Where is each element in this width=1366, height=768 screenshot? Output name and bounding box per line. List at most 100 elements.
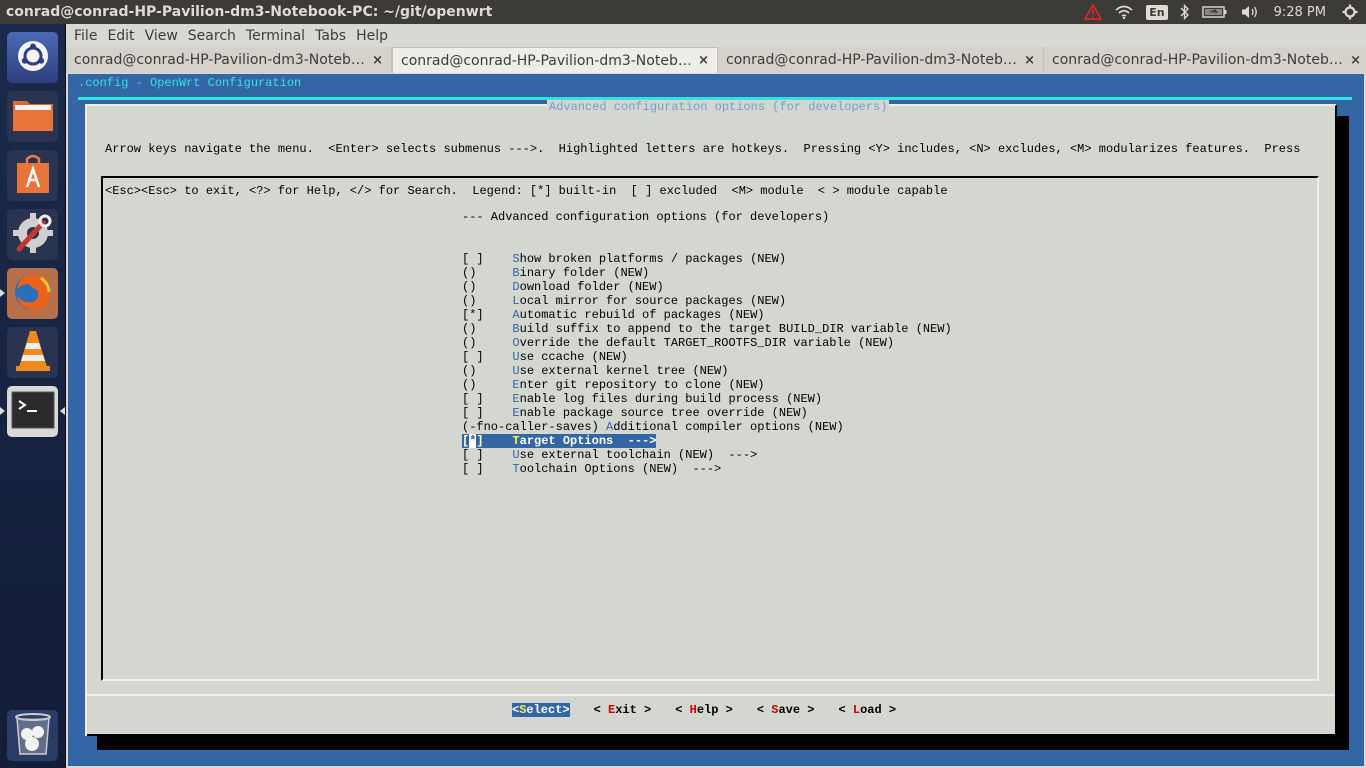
menu-item-state: () [462,322,513,336]
terminal-content[interactable]: .config - OpenWrt Configuration Advanced… [68,74,1364,766]
launcher-settings-button[interactable] [7,209,58,260]
terminal-tab-1[interactable]: conrad@conrad-HP-Pavilion-dm3-Noteb… × [66,47,392,73]
menu-list: --- Advanced configuration options (for … [462,182,952,476]
menu-item-hotkey: T [512,434,520,448]
select-button[interactable]: <Select> [512,703,570,717]
menu-item-label: how broken platforms / packages (NEW) [519,252,787,266]
help-line: Arrow keys navigate the menu. <Enter> se… [105,142,1301,156]
volume-icon[interactable] [1234,0,1266,24]
button-bracket: > [636,703,652,717]
menu-file[interactable]: File [69,28,102,44]
close-icon[interactable]: × [1342,53,1361,68]
menu-row: [ ] Use external toolchain (NEW) ---> [462,448,952,462]
menu-item[interactable]: [ ] Enable log files during build proces… [462,392,952,406]
menu-row: [*] Automatic rebuild of packages (NEW) [462,308,952,322]
software-center-icon [13,153,53,199]
menu-item[interactable]: [ ] Toolchain Options (NEW) ---> [462,462,952,476]
menu-item[interactable]: (-fno-caller-saves) Additional compiler … [462,420,952,434]
menu-item-state: [ ] [462,406,513,420]
menu-terminal[interactable]: Terminal [241,28,310,44]
menu-item-state: [ ] [462,448,513,462]
tab-label: conrad@conrad-HP-Pavilion-dm3-Noteb… [726,52,1017,68]
close-icon[interactable]: × [1016,53,1035,68]
button-bracket: > [800,703,815,717]
firefox-icon [11,270,55,318]
menu-item[interactable]: () Build suffix to append to the target … [462,322,952,336]
warning-triangle-icon[interactable] [1078,0,1108,24]
menu-item[interactable]: [*] Automatic rebuild of packages (NEW) [462,308,952,322]
menu-item-hotkey: B [512,322,520,336]
menu-help[interactable]: Help [351,28,393,44]
menu-item[interactable]: () Use external kernel tree (NEW) [462,364,952,378]
menu-search[interactable]: Search [183,28,241,44]
menu-item[interactable]: [ ] Use external toolchain (NEW) ---> [462,448,952,462]
load-button[interactable]: < Load > [839,703,897,717]
menu-item-state: (-fno-caller-saves) [462,420,607,434]
menu-row: () Override the default TARGET_ROOTFS_DI… [462,336,952,350]
button-hotkey: H [689,703,697,717]
menu-tabs[interactable]: Tabs [310,28,351,44]
exit-button[interactable]: < Exit > [594,703,652,717]
menu-view[interactable]: View [140,28,183,44]
launcher-terminal-button[interactable] [0,386,65,437]
launcher-files-button[interactable] [7,91,58,142]
close-icon[interactable]: × [690,53,709,68]
launcher-software-center-button[interactable] [7,150,58,201]
launcher-trash-button[interactable] [7,710,58,761]
close-icon[interactable]: × [364,53,383,68]
menu-item-label: utomatic rebuild of packages (NEW) [519,308,765,322]
menu-row: (-fno-caller-saves) Additional compiler … [462,420,952,434]
menu-item-hotkey: E [512,392,520,406]
menu-item[interactable]: () Override the default TARGET_ROOTFS_DI… [462,336,952,350]
launcher-dash-button[interactable] [7,32,58,83]
menu-item-hotkey: O [512,336,520,350]
terminal-tab-3[interactable]: conrad@conrad-HP-Pavilion-dm3-Noteb… × [718,47,1044,73]
bluetooth-icon[interactable] [1174,0,1196,24]
menu-item-hotkey: T [512,462,520,476]
menu-item[interactable]: () Binary folder (NEW) [462,266,952,280]
help-button[interactable]: < Help > [675,703,733,717]
menu-item-label: ocal mirror for source packages (NEW) [519,294,787,308]
menu-item[interactable]: [ ] Show broken platforms / packages (NE… [462,252,952,266]
menu-item[interactable]: [ ] Enable package source tree override … [462,406,952,420]
battery-charging-icon[interactable] [1196,0,1234,24]
menu-edit[interactable]: Edit [102,28,139,44]
menu-item-state: [*] [462,308,513,322]
menu-item-hotkey: S [512,252,520,266]
launcher-vlc-button[interactable] [7,327,58,378]
focused-indicator [60,407,65,415]
menu-item-label: uild suffix to append to the target BUIL… [519,322,952,336]
button-bracket: < [838,703,853,717]
menu-item[interactable]: () Download folder (NEW) [462,280,952,294]
menu-header: --- Advanced configuration options (for … [462,210,830,224]
save-button[interactable]: < Save > [757,703,815,717]
wifi-icon[interactable] [1108,0,1140,24]
keyboard-layout-indicator[interactable]: En [1140,0,1173,24]
tab-label: conrad@conrad-HP-Pavilion-dm3-Noteb… [401,52,691,69]
terminal-tab-2[interactable]: conrad@conrad-HP-Pavilion-dm3-Noteb… × [392,47,718,73]
menu-item[interactable]: () Enter git repository to clone (NEW) [462,378,952,392]
launcher-firefox-button[interactable] [0,268,58,319]
button-bracket: > [881,703,897,717]
power-gear-icon[interactable] [1336,0,1366,24]
menu-item-hotkey: A [512,308,520,322]
menu-row: () Use external kernel tree (NEW) [462,364,952,378]
menu-item-label: inary folder (NEW) [519,266,650,280]
menuconfig-backtitle: .config - OpenWrt Configuration [78,76,302,90]
menu-item-state: () [462,336,513,350]
menu-box: --- Advanced configuration options (for … [101,176,1319,681]
menu-item[interactable]: () Local mirror for source packages (NEW… [462,294,952,308]
menu-item-label: nable log files during build process (NE… [519,392,823,406]
menu-row: [ ] Show broken platforms / packages (NE… [462,252,952,266]
clock[interactable]: 9:28 PM [1266,0,1336,24]
menu-item-selected[interactable]: [*] Target Options ---> [462,434,657,448]
terminal-tab-4[interactable]: conrad@conrad-HP-Pavilion-dm3-Noteb… × [1044,47,1366,73]
menu-item-label: verride the default TARGET_ROOTFS_DIR va… [519,336,895,350]
menu-item[interactable]: [ ] Use ccache (NEW) [462,350,952,364]
menu-item-state: () [462,280,513,294]
running-indicator [0,289,5,297]
launcher [0,24,66,768]
menu-item-label: arget Options ---> [519,434,657,448]
menu-item-label: se external toolchain (NEW) ---> [519,448,758,462]
menu-item-state: [ ] [462,462,513,476]
